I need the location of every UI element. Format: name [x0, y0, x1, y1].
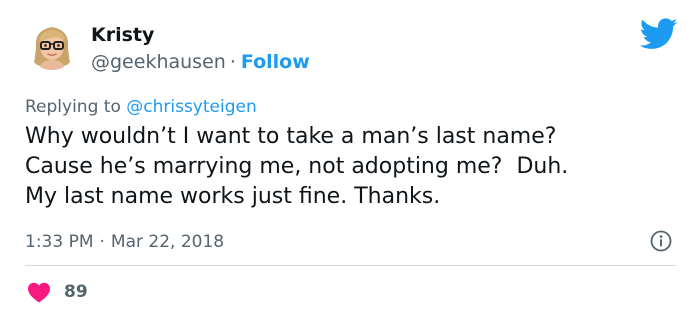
- author-name[interactable]: Kristy: [91, 24, 154, 46]
- author-handle[interactable]: @geekhausen: [91, 51, 226, 73]
- meta-separator: ·: [99, 232, 105, 252]
- handle-separator: ·: [229, 51, 236, 73]
- divider: [25, 265, 676, 266]
- tweet-date[interactable]: Mar 22, 2018: [111, 232, 224, 252]
- like-button[interactable]: 89: [27, 280, 88, 304]
- tweet-meta: 1:33 PM · Mar 22, 2018: [25, 232, 224, 252]
- tweet-time[interactable]: 1:33 PM: [25, 232, 94, 252]
- tweet-card: Kristy @geekhausen · Follow Replying to @c…: [0, 0, 700, 319]
- heart-icon: [28, 282, 50, 303]
- tweet-line: Why wouldn’t I want to take a man’s last…: [25, 124, 557, 149]
- replying-to: Replying to @chrissyteigen: [25, 97, 257, 117]
- author-avatar[interactable]: [27, 20, 77, 70]
- like-count: 89: [64, 282, 88, 302]
- twitter-bird-icon[interactable]: [640, 18, 678, 50]
- memoji-avatar-icon: [27, 20, 77, 70]
- replying-to-label: Replying to: [25, 97, 121, 117]
- reply-mention-link[interactable]: @chrissyteigen: [126, 97, 256, 117]
- tweet-line: Cause he’s marrying me, not adopting me?…: [25, 154, 569, 179]
- author-handle-row: @geekhausen · Follow: [91, 51, 310, 73]
- tweet-line: My last name works just fine. Thanks.: [25, 184, 441, 209]
- follow-button[interactable]: Follow: [241, 51, 310, 73]
- tweet-text: Why wouldn’t I want to take a man’s last…: [25, 122, 675, 212]
- info-icon[interactable]: [649, 229, 673, 253]
